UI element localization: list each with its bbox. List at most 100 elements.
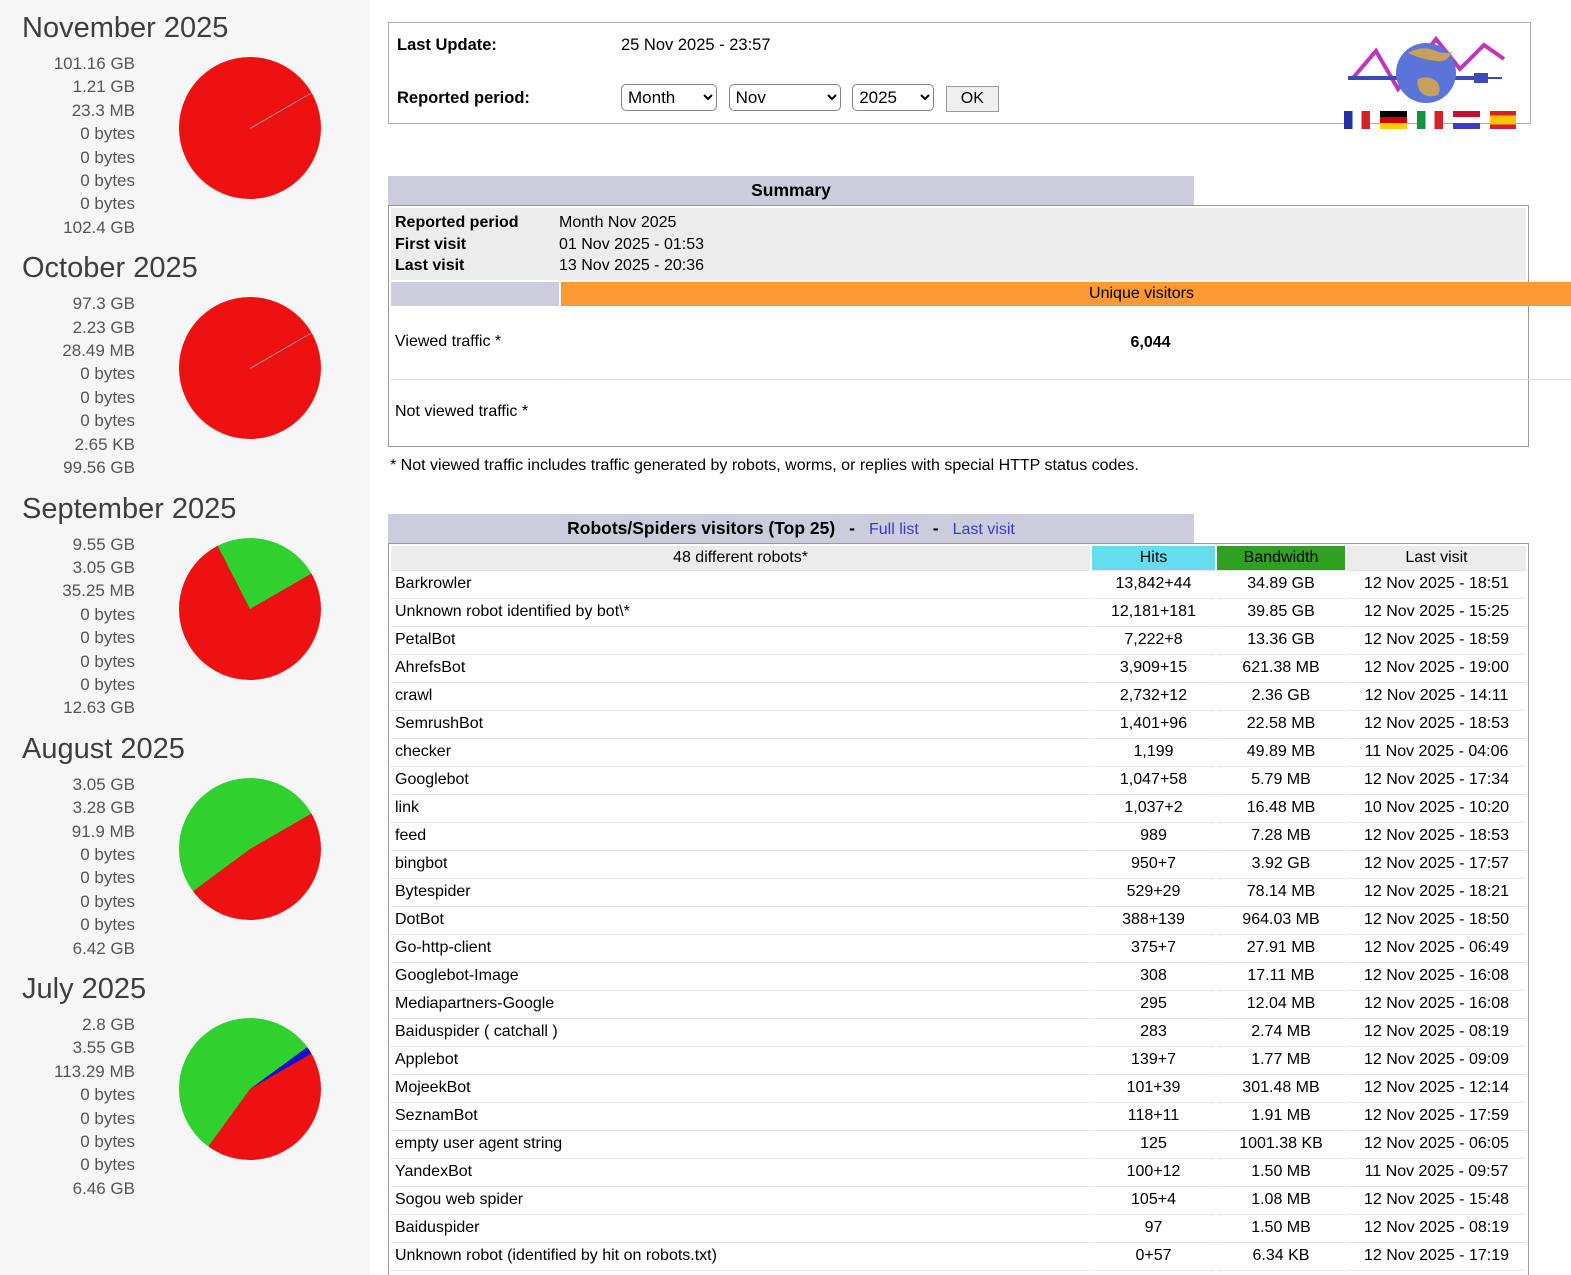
first-visit-row-value: 01 Nov 2025 - 01:53 [559, 234, 704, 256]
month-title: July 2025 [22, 973, 370, 1006]
last-visit-row-value: 13 Nov 2025 - 20:36 [559, 255, 704, 277]
period-month-select[interactable]: Nov [729, 84, 841, 111]
full-list-link[interactable]: Full list [869, 521, 919, 538]
flag-german-icon[interactable] [1380, 111, 1406, 129]
robot-bandwidth: 1.77 MB [1217, 1046, 1345, 1074]
awstats-logo-area [1344, 31, 1516, 117]
robot-hits: 1,037+2 [1092, 794, 1215, 822]
month-title: August 2025 [22, 733, 370, 766]
report-header-box: Last Update: 25 Nov 2025 - 23:57 Reporte… [388, 22, 1531, 124]
last-update-value: 25 Nov 2025 - 23:57 [621, 36, 999, 55]
summary-table: Reported periodMonth Nov 2025 First visi… [388, 205, 1529, 447]
robot-bandwidth: 39.85 GB [1217, 598, 1345, 626]
awstats-logo [1346, 31, 1514, 103]
robot-bandwidth: 6.34 KB [1217, 1242, 1345, 1270]
bandwidth-value: 3.05 GB [0, 556, 135, 579]
period-controls: Month Nov 2025 OK [621, 84, 999, 112]
robot-last-visit: 12 Nov 2025 - 14:11 [1347, 682, 1526, 710]
robot-last-visit: 12 Nov 2025 - 18:21 [1347, 878, 1526, 906]
robot-last-visit: 12 Nov 2025 - 06:49 [1347, 934, 1526, 962]
bandwidth-value: 6.46 GB [0, 1177, 135, 1200]
robot-hits: 125 [1092, 1130, 1215, 1158]
first-visit-row-label: First visit [391, 234, 559, 256]
bandwidth-value: 0 bytes [0, 1107, 135, 1130]
robot-hits: 295 [1092, 990, 1215, 1018]
robot-name: Baiduspider ( catchall ) [391, 1018, 1090, 1046]
robot-last-visit: 12 Nov 2025 - 06:05 [1347, 1130, 1526, 1158]
robot-name: Others [391, 1270, 1090, 1275]
bandwidth-value: 23.3 MB [0, 99, 135, 122]
robot-last-visit: 12 Nov 2025 - 16:08 [1347, 962, 1526, 990]
robot-bandwidth: 12.04 MB [1217, 990, 1345, 1018]
robot-last-visit: 12 Nov 2025 - 18:59 [1347, 626, 1526, 654]
robot-hits: 375+7 [1092, 934, 1215, 962]
month-title: October 2025 [22, 252, 370, 285]
robot-bandwidth: 22.58 MB [1217, 710, 1345, 738]
robot-hits: 13,842+44 [1092, 570, 1215, 598]
robots-title-bar: Robots/Spiders visitors (Top 25)-Full li… [388, 514, 1194, 543]
ok-button[interactable]: OK [946, 86, 999, 112]
robot-last-visit: 12 Nov 2025 - 17:19 [1347, 1242, 1526, 1270]
robot-hits: 1,401+96 [1092, 710, 1215, 738]
month-summary-block: July 2025 2.8 GB3.55 GB113.29 MB0 bytes0… [0, 973, 370, 1200]
robot-name: SeznamBot [391, 1102, 1090, 1130]
month-values-list: 101.16 GB1.21 GB23.3 MB0 bytes0 bytes0 b… [0, 52, 135, 239]
period-type-select[interactable]: Month [621, 84, 717, 111]
robot-bandwidth: 13.36 GB [1217, 626, 1345, 654]
bandwidth-value: 99.56 GB [0, 456, 135, 479]
robot-bandwidth: 17.11 MB [1217, 962, 1345, 990]
robot-bandwidth: 2.36 GB [1217, 682, 1345, 710]
period-year-select[interactable]: 2025 [852, 84, 934, 111]
bandwidth-value: 2.23 GB [0, 316, 135, 339]
bandwidth-value: 0 bytes [0, 146, 135, 169]
month-summary-block: August 2025 3.05 GB3.28 GB91.9 MB0 bytes… [0, 733, 370, 960]
robot-name: link [391, 794, 1090, 822]
robot-last-visit: 11 Nov 2025 - 04:06 [1347, 738, 1526, 766]
viewed-traffic-label: Viewed traffic * [391, 307, 559, 378]
flag-dutch-icon[interactable] [1453, 111, 1479, 129]
not-viewed-empty-cell [561, 379, 1571, 444]
bandwidth-value: 0 bytes [0, 890, 135, 913]
bandwidth-value: 1.21 GB [0, 75, 135, 98]
bandwidth-value: 0 bytes [0, 843, 135, 866]
bandwidth-pie-chart [179, 57, 321, 199]
summary-corner-cell [391, 282, 559, 306]
robot-name: empty user agent string [391, 1130, 1090, 1158]
flag-french-icon[interactable] [1344, 111, 1370, 129]
robots-count-header: 48 different robots* [391, 546, 1090, 570]
robot-hits: 0+57 [1092, 1242, 1215, 1270]
robot-bandwidth: 1.96 MB [1217, 1270, 1345, 1275]
robot-name: bingbot [391, 850, 1090, 878]
robot-bandwidth: 1.50 MB [1217, 1158, 1345, 1186]
robots-grid: 48 different robots* Hits Bandwidth Last… [391, 546, 1526, 1275]
month-summary-block: October 2025 97.3 GB2.23 GB28.49 MB0 byt… [0, 252, 370, 479]
robot-name: AhrefsBot [391, 654, 1090, 682]
flag-italian-icon[interactable] [1417, 111, 1443, 129]
month-summary-block: September 2025 9.55 GB3.05 GB35.25 MB0 b… [0, 493, 370, 720]
robot-bandwidth: 964.03 MB [1217, 906, 1345, 934]
last-visit-link[interactable]: Last visit [953, 521, 1015, 538]
robot-name: YandexBot [391, 1158, 1090, 1186]
last-visit-row-label: Last visit [391, 255, 559, 277]
robot-hits: 1,199 [1092, 738, 1215, 766]
robot-name: PetalBot [391, 626, 1090, 654]
robot-last-visit: 12 Nov 2025 - 18:53 [1347, 710, 1526, 738]
bandwidth-value: 101.16 GB [0, 52, 135, 75]
bandwidth-value: 0 bytes [0, 386, 135, 409]
flag-spanish-icon[interactable] [1490, 111, 1516, 129]
robot-last-visit: 10 Nov 2025 - 10:20 [1347, 794, 1526, 822]
robot-bandwidth: 1.08 MB [1217, 1186, 1345, 1214]
summary-note: * Not viewed traffic includes traffic ge… [390, 455, 1531, 476]
unique-visitors-header: Unique visitors [561, 282, 1571, 306]
robot-hits: 100+12 [1092, 1158, 1215, 1186]
month-values-list: 3.05 GB3.28 GB91.9 MB0 bytes0 bytes0 byt… [0, 773, 135, 960]
robot-hits: 308 [1092, 962, 1215, 990]
not-viewed-traffic-label: Not viewed traffic * [391, 379, 559, 444]
month-values-list: 97.3 GB2.23 GB28.49 MB0 bytes0 bytes0 by… [0, 292, 135, 479]
robot-name: Googlebot-Image [391, 962, 1090, 990]
bandwidth-value: 28.49 MB [0, 339, 135, 362]
bandwidth-value: 0 bytes [0, 673, 135, 696]
bandwidth-pie-chart [179, 778, 321, 920]
bandwidth-value: 0 bytes [0, 626, 135, 649]
bandwidth-value: 102.4 GB [0, 216, 135, 239]
